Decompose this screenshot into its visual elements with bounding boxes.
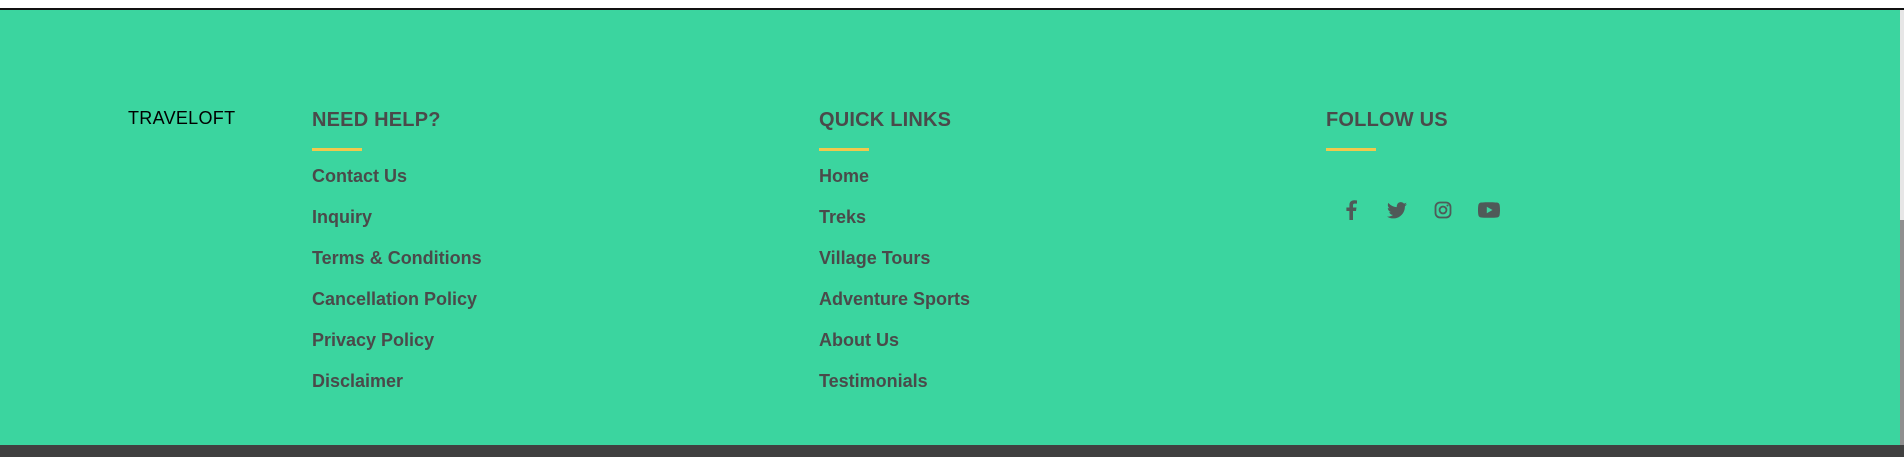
- list-item: Inquiry: [312, 204, 482, 245]
- list-item: Privacy Policy: [312, 327, 482, 368]
- need-help-list: Contact Us Inquiry Terms & Conditions Ca…: [312, 163, 482, 409]
- vertical-scrollbar[interactable]: [1900, 10, 1904, 457]
- terms-conditions-link[interactable]: Terms & Conditions: [312, 245, 482, 271]
- adventure-sports-link[interactable]: Adventure Sports: [819, 286, 970, 312]
- social-icons: [1326, 197, 1522, 223]
- need-help-column: NEED HELP? Contact Us Inquiry Terms & Co…: [312, 108, 482, 409]
- quick-links-underline: [819, 148, 869, 151]
- testimonials-link[interactable]: Testimonials: [819, 368, 928, 394]
- twitter-icon[interactable]: [1384, 197, 1410, 223]
- footer-brand[interactable]: TRAVELOFT: [128, 108, 235, 129]
- about-us-link[interactable]: About Us: [819, 327, 899, 353]
- instagram-icon[interactable]: [1430, 197, 1456, 223]
- list-item: Cancellation Policy: [312, 286, 482, 327]
- inquiry-link[interactable]: Inquiry: [312, 204, 372, 230]
- list-item: Home: [819, 163, 970, 204]
- list-item: Contact Us: [312, 163, 482, 204]
- list-item: Village Tours: [819, 245, 970, 286]
- list-item: About Us: [819, 327, 970, 368]
- home-link[interactable]: Home: [819, 163, 869, 189]
- disclaimer-link[interactable]: Disclaimer: [312, 368, 403, 394]
- list-item: Testimonials: [819, 368, 970, 409]
- quick-links-title: QUICK LINKS: [819, 109, 952, 131]
- follow-us-title: FOLLOW US: [1326, 109, 1448, 131]
- need-help-title: NEED HELP?: [312, 109, 441, 131]
- need-help-underline: [312, 148, 362, 151]
- list-item: Adventure Sports: [819, 286, 970, 327]
- list-item: Terms & Conditions: [312, 245, 482, 286]
- facebook-icon[interactable]: [1338, 197, 1364, 223]
- cancellation-policy-link[interactable]: Cancellation Policy: [312, 286, 477, 312]
- site-footer: TRAVELOFT NEED HELP? Contact Us Inquiry …: [0, 10, 1900, 445]
- follow-us-underline: [1326, 148, 1376, 151]
- treks-link[interactable]: Treks: [819, 204, 866, 230]
- quick-links-column: QUICK LINKS Home Treks Village Tours Adv…: [819, 108, 970, 409]
- follow-us-column: FOLLOW US: [1326, 108, 1522, 223]
- scrollbar-thumb[interactable]: [1900, 220, 1904, 457]
- list-item: Treks: [819, 204, 970, 245]
- copyright-bar: [0, 445, 1904, 457]
- contact-us-link[interactable]: Contact Us: [312, 163, 407, 189]
- quick-links-list: Home Treks Village Tours Adventure Sport…: [819, 163, 970, 409]
- privacy-policy-link[interactable]: Privacy Policy: [312, 327, 434, 353]
- village-tours-link[interactable]: Village Tours: [819, 245, 930, 271]
- list-item: Disclaimer: [312, 368, 482, 409]
- page-top-edge: [0, 0, 1904, 10]
- youtube-icon[interactable]: [1476, 197, 1502, 223]
